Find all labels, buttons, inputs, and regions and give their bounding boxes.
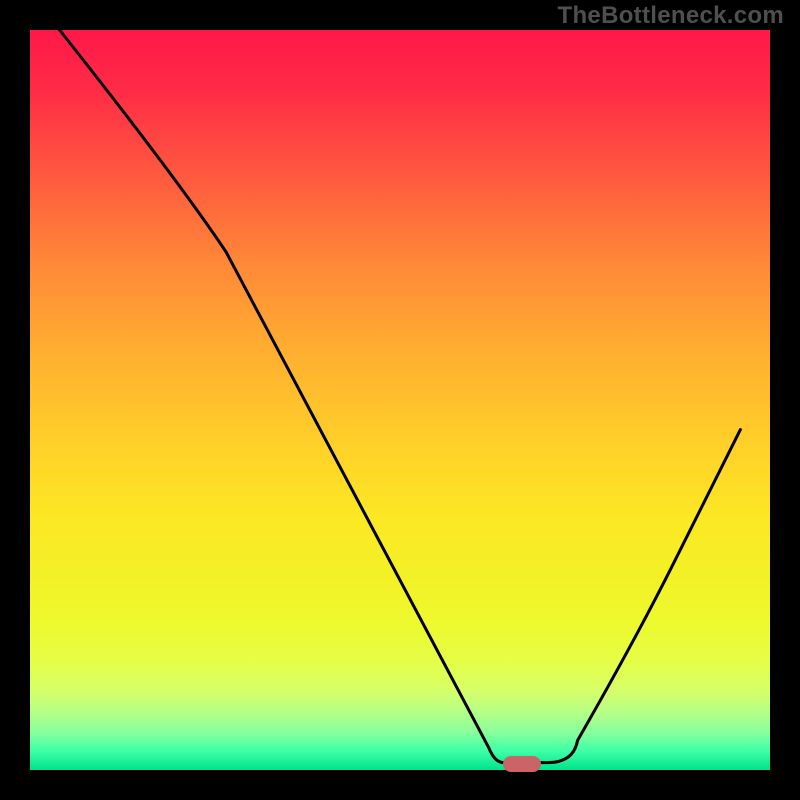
watermark-text: TheBottleneck.com: [558, 2, 784, 30]
curve-path: [60, 30, 741, 763]
bottleneck-curve: [30, 30, 770, 770]
chart-container: TheBottleneck.com: [0, 0, 800, 800]
plot-area: [30, 30, 770, 770]
optimal-point-marker: [503, 756, 541, 772]
